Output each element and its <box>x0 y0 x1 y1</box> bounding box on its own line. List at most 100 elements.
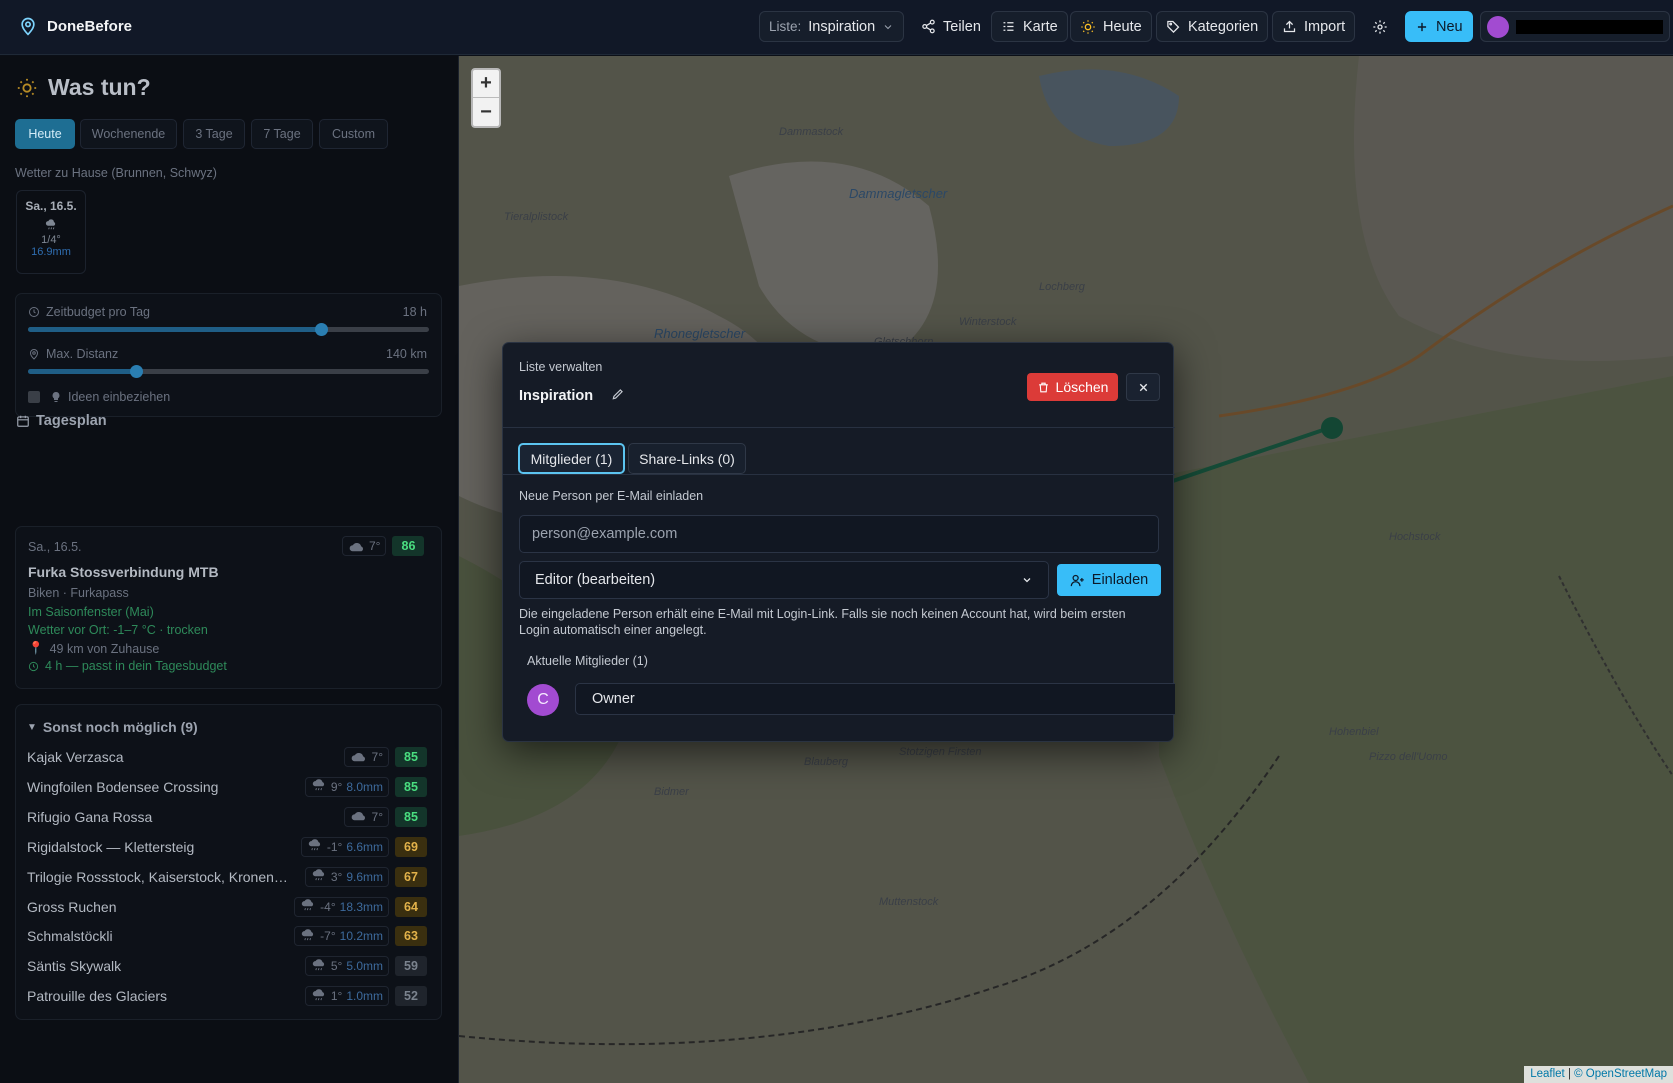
sidebar-title: Was tun? <box>16 74 151 101</box>
brand[interactable]: DoneBefore <box>18 16 132 36</box>
list-item[interactable]: Gross Ruchen -4° 18.3mm 64 <box>27 893 427 921</box>
map-label: Tieralplistock <box>504 211 569 223</box>
tag-icon <box>1167 20 1180 34</box>
range-3days[interactable]: 3 Tage <box>183 119 245 149</box>
member-role-field[interactable]: Owner <box>575 683 1175 715</box>
list-item[interactable]: Wingfoilen Bodensee Crossing 9° 8.0mm 85 <box>27 773 427 801</box>
weather-card-temp: 1/4° <box>41 234 61 246</box>
others-toggle[interactable]: ▼ Sonst noch möglich (9) <box>27 719 198 735</box>
list-item-weather: -4° 18.3mm <box>294 896 389 917</box>
clock-icon <box>29 307 39 317</box>
map-label: Blauberg <box>804 756 849 768</box>
plan-score: 86 <box>392 536 425 556</box>
list-item-temp: 1° <box>330 989 343 1004</box>
dialog-title: Inspiration <box>519 388 594 404</box>
brand-name: DoneBefore <box>47 17 133 35</box>
sidebar-title-text: Was tun? <box>48 74 151 100</box>
upload-icon <box>1283 20 1296 33</box>
range-weekend[interactable]: Wochenende <box>80 119 177 149</box>
list-item[interactable]: Rifugio Gana Rossa 7° 85 <box>27 803 427 831</box>
email-field[interactable]: person@example.com <box>519 515 1159 553</box>
settings-button[interactable] <box>1366 11 1392 42</box>
range-custom[interactable]: Custom <box>319 119 388 149</box>
categories-button[interactable]: Kategorien <box>1156 11 1269 42</box>
edit-icon[interactable] <box>611 387 625 404</box>
close-icon <box>1139 383 1147 391</box>
list-item-score: 69 <box>395 836 427 857</box>
list-item[interactable]: Kajak Verzasca 7° 85 <box>27 743 427 771</box>
list-item-weather: 1° 1.0mm <box>304 986 389 1007</box>
range-today[interactable]: Heute <box>15 119 75 149</box>
invite-label: Neue Person per E-Mail einladen <box>519 489 704 503</box>
list-item-weather: -7° 10.2mm <box>294 926 389 947</box>
plan-name[interactable]: Furka Stossverbindung MTB <box>28 564 219 580</box>
close-button[interactable] <box>1126 373 1160 401</box>
list-item-score: 59 <box>395 956 427 977</box>
tab-members[interactable]: Mitglieder (1) <box>518 443 625 474</box>
invite-button[interactable]: Einladen <box>1057 564 1161 596</box>
today-button[interactable]: Heute <box>1070 11 1152 42</box>
osm-link[interactable]: © OpenStreetMap <box>1574 1068 1667 1080</box>
rain-cloud-icon <box>311 778 327 795</box>
role-select[interactable]: Editor (bearbeiten) <box>519 561 1049 599</box>
map-button[interactable]: Karte <box>991 11 1068 42</box>
map-label: Hochstock <box>1389 531 1441 543</box>
range-7days[interactable]: 7 Tage <box>251 119 313 149</box>
max-distance-handle[interactable] <box>130 365 144 378</box>
max-distance-fill <box>28 369 137 374</box>
manage-list-dialog: Liste verwalten Inspiration Löschen Mitg… <box>502 342 1175 742</box>
list-item-precip: 8.0mm <box>346 779 383 794</box>
zoom-out-button[interactable]: − <box>473 98 499 126</box>
others-title: Sonst noch möglich (9) <box>42 719 198 735</box>
list-item[interactable]: Säntis Skywalk 5° 5.0mm 59 <box>27 952 427 980</box>
sun-icon <box>1081 19 1095 34</box>
list-select-prefix: Liste: <box>769 19 802 34</box>
include-ideas[interactable]: Ideen einbeziehen <box>28 390 170 404</box>
tab-share-links[interactable]: Share-Links (0) <box>628 443 746 474</box>
list-item-precip: 10.2mm <box>339 929 383 944</box>
zoom-in-button[interactable]: + <box>473 70 499 98</box>
dialog-subtitle: Liste verwalten <box>519 360 603 374</box>
invite-label-text: Einladen <box>1091 572 1149 588</box>
map-label: Lochberg <box>1039 281 1085 293</box>
list-select[interactable]: Liste: Inspiration <box>759 11 904 42</box>
share-label: Teilen <box>943 18 981 35</box>
list-item[interactable]: Schmalstöckli -7° 10.2mm 63 <box>27 922 427 950</box>
max-distance-slider[interactable] <box>28 365 429 378</box>
list-item-temp: 3° <box>330 869 343 884</box>
list-item-name: Wingfoilen Bodensee Crossing <box>27 778 219 795</box>
rain-cloud-icon <box>17 217 85 234</box>
share-button[interactable]: Teilen <box>911 11 991 42</box>
list-item-temp: 7° <box>371 750 383 764</box>
new-button[interactable]: Neu <box>1405 11 1473 42</box>
import-button[interactable]: Import <box>1272 11 1356 42</box>
max-distance-value: 140 km <box>386 347 427 361</box>
weather-home-label: Wetter zu Hause (Brunnen, Schwyz) <box>15 166 217 180</box>
chevron-down-icon <box>884 24 892 29</box>
map-label: Stotzigen Firsten <box>899 746 982 758</box>
plan-temp: 7° <box>369 539 381 553</box>
role-select-value: Editor (bearbeiten) <box>535 572 656 588</box>
lightbulb-icon <box>52 392 60 402</box>
list-item-precip: 9.6mm <box>346 869 383 884</box>
rain-cloud-icon <box>311 868 327 885</box>
list-item[interactable]: Trilogie Rossstock, Kaiserstock, Kronen…… <box>27 863 427 891</box>
leaflet-link[interactable]: Leaflet <box>1530 1068 1565 1080</box>
list-item-score: 64 <box>395 896 427 917</box>
include-ideas-checkbox[interactable] <box>28 391 40 403</box>
plus-icon <box>1417 22 1427 31</box>
gear-icon <box>1373 19 1387 34</box>
time-budget-slider[interactable] <box>28 323 429 336</box>
plan-weather: 7° 86 <box>342 536 425 556</box>
list-item[interactable]: Patrouille des Glaciers 1° 1.0mm 52 <box>27 982 427 1010</box>
time-budget-handle[interactable] <box>314 323 328 336</box>
list-item-weather: 9° 8.0mm <box>304 776 389 797</box>
import-label: Import <box>1304 18 1346 35</box>
user-menu[interactable] <box>1480 11 1670 42</box>
map-label: Bidmer <box>654 786 689 798</box>
delete-button[interactable]: Löschen <box>1027 373 1118 401</box>
rain-cloud-icon <box>307 838 323 855</box>
list-item-score: 67 <box>395 866 427 887</box>
rain-cloud-icon <box>300 898 316 915</box>
list-item[interactable]: Rigidalstock — Klettersteig -1° 6.6mm 69 <box>27 833 427 861</box>
